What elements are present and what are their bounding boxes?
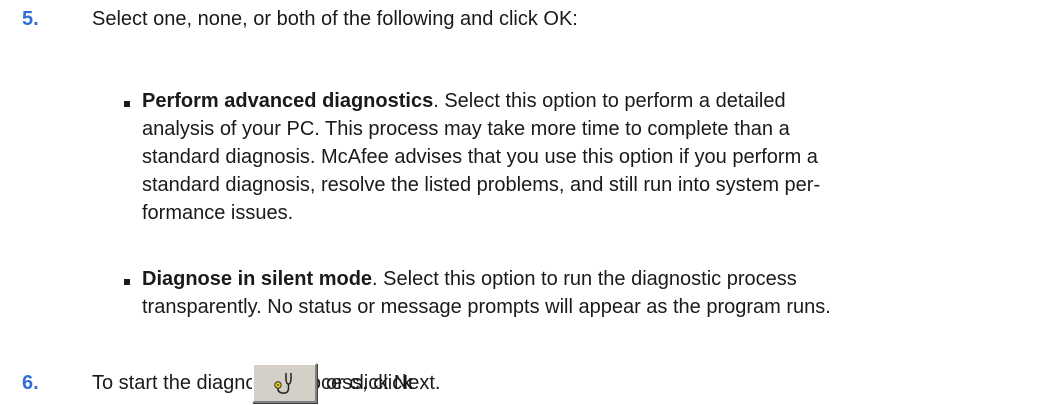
bullet-line: formance issues. <box>142 202 294 224</box>
step-5-instruction: Select one, none, or both of the followi… <box>92 8 578 30</box>
bullet-line: standard diagnosis, resolve the listed p… <box>142 174 821 196</box>
diagnose-stethoscope-icon <box>274 373 292 394</box>
bullet-silent-mode: Diagnose in silent mode. Select this opt… <box>142 265 1002 321</box>
bullet-marker <box>124 279 130 285</box>
diagnose-button[interactable] <box>252 363 317 403</box>
bullet-line: standard diagnosis. McAfee advises that … <box>142 146 818 168</box>
step-number-6: 6. <box>22 372 39 394</box>
bullet-title: Perform advanced diagnostics <box>142 90 434 112</box>
bullet-line: transparently. No status or message prom… <box>142 296 831 318</box>
bullet-title: Diagnose in silent mode <box>142 268 373 290</box>
bullet-line: . Select this option to run the diagnost… <box>372 268 797 290</box>
bullet-marker <box>124 101 130 107</box>
step-6-text-after: or click Next. <box>326 372 441 394</box>
bullet-advanced-diagnostics: Perform advanced diagnostics. Select thi… <box>142 87 1002 227</box>
bullet-line: . Select this option to perform a detail… <box>433 90 786 112</box>
bullet-line: analysis of your PC. This process may ta… <box>142 118 790 140</box>
step-number-5: 5. <box>22 8 39 30</box>
